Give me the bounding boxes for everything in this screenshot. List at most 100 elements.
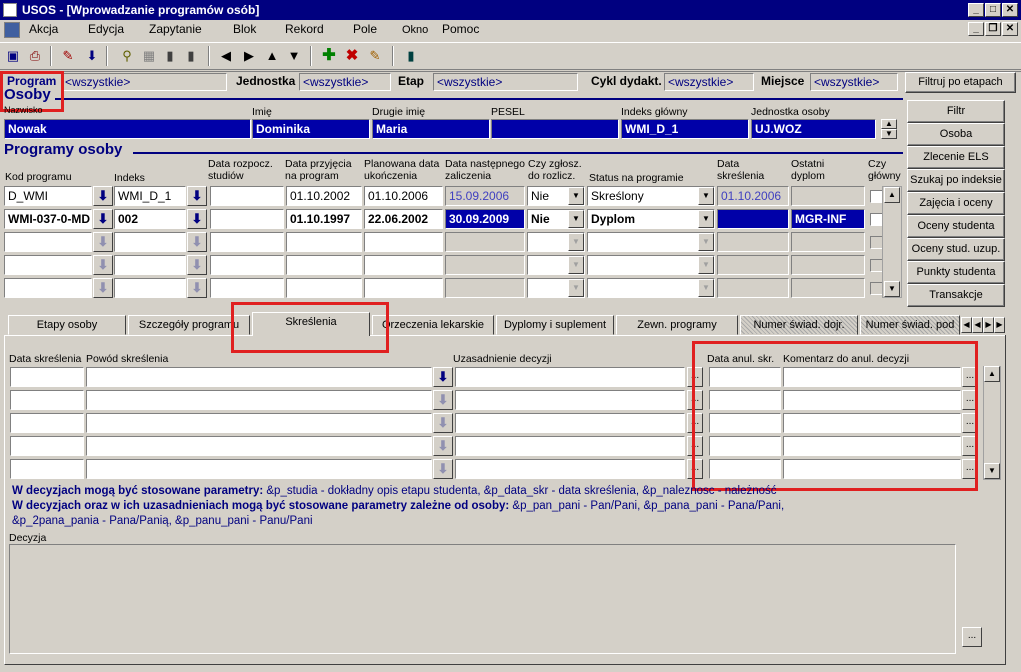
drugie-imie-field[interactable]: Maria xyxy=(372,119,490,139)
kod-programu-field[interactable] xyxy=(4,278,92,298)
filter-by-stages-button[interactable]: Filtruj po etapach xyxy=(905,72,1016,93)
data-nastepnego-field[interactable]: 30.09.2009 xyxy=(445,209,525,229)
nazwisko-field[interactable]: Nowak xyxy=(4,119,251,139)
imie-field[interactable]: Dominika xyxy=(252,119,370,139)
tab-numer-swiad-pod[interactable]: Numer świad. pod xyxy=(860,315,960,335)
indeks-field[interactable]: 002 xyxy=(114,209,186,229)
uzasadnienie-field[interactable] xyxy=(455,367,685,387)
oceny-studenta-button[interactable]: Oceny studenta xyxy=(907,215,1005,238)
data-skreslenia-field[interactable] xyxy=(10,459,84,479)
unit-filter-field[interactable]: <wszystkie> xyxy=(299,73,391,91)
lov-down-arrow-icon[interactable]: ⬇ xyxy=(93,232,113,252)
menu-zapytanie[interactable]: Zapytanie xyxy=(149,22,202,36)
lov-down-arrow-icon[interactable]: ⬇ xyxy=(93,186,113,206)
tab-numer-swiad-dojr[interactable]: Numer świad. dojr. xyxy=(740,315,858,335)
mdi-close-button[interactable]: ✕ xyxy=(1002,22,1018,36)
mdi-minimize-button[interactable]: _ xyxy=(968,22,984,36)
powod-skreslenia-field[interactable] xyxy=(86,413,432,433)
minimize-button[interactable]: _ xyxy=(968,3,984,17)
tab-last-icon[interactable]: ▶ xyxy=(994,317,1005,333)
tab-zewn-programy[interactable]: Zewn. programy xyxy=(616,315,738,335)
osoba-button[interactable]: Osoba xyxy=(907,123,1005,146)
szukaj-po-indeksie-button[interactable]: Szukaj po indeksie xyxy=(907,169,1005,192)
down-icon[interactable]: ▼ xyxy=(284,46,304,66)
mdi-restore-button[interactable]: ❐ xyxy=(985,22,1001,36)
data-przyjecia-field[interactable] xyxy=(286,278,362,298)
menu-edycja[interactable]: Edycja xyxy=(88,22,124,36)
decyzja-textarea[interactable] xyxy=(9,544,956,654)
scroll-down-button[interactable]: ▼ xyxy=(881,129,897,139)
data-skreslenia-field[interactable] xyxy=(10,413,84,433)
clear-icon[interactable]: ✎ xyxy=(365,46,385,66)
filtr-button[interactable]: Filtr xyxy=(907,100,1005,123)
data-rozp-field[interactable] xyxy=(210,209,284,229)
data-rozp-field[interactable] xyxy=(210,278,284,298)
status-select[interactable] xyxy=(587,278,715,298)
dropdown-arrow-icon[interactable]: ▼ xyxy=(698,187,714,205)
program-filter-field[interactable]: <wszystkie> xyxy=(61,73,227,91)
kod-programu-field[interactable]: D_WMI xyxy=(4,186,92,206)
indeks-field[interactable] xyxy=(114,278,186,298)
data-rozp-field[interactable] xyxy=(210,232,284,252)
menu-blok[interactable]: Blok xyxy=(233,22,256,36)
tab-next-icon[interactable]: ▶ xyxy=(983,317,994,333)
menu-pomoc[interactable]: Pomoc xyxy=(442,22,479,36)
scroll-down-icon[interactable]: ▼ xyxy=(984,463,1000,479)
tab-prev-icon[interactable]: ◀ xyxy=(972,317,983,333)
scroll-down-icon[interactable]: ▼ xyxy=(884,281,900,297)
dropdown-arrow-icon[interactable]: ▼ xyxy=(698,256,714,274)
powod-skreslenia-field[interactable] xyxy=(86,390,432,410)
tab-orzeczenia-lekarskie[interactable]: Orzeczenia lekarskie xyxy=(372,315,494,335)
lov-down-arrow-icon[interactable]: ⬇ xyxy=(93,209,113,229)
punkty-studenta-button[interactable]: Punkty studenta xyxy=(907,261,1005,284)
zlecenie-els-button[interactable]: Zlecenie ELS xyxy=(907,146,1005,169)
indeks-field[interactable] xyxy=(114,232,186,252)
scroll-up-icon[interactable]: ▲ xyxy=(884,187,900,203)
powod-skreslenia-field[interactable] xyxy=(86,459,432,479)
data-skreslenia-field[interactable] xyxy=(10,367,84,387)
place-filter-field[interactable]: <wszystkie> xyxy=(810,73,898,91)
powod-skreslenia-field[interactable] xyxy=(86,436,432,456)
lov-down-arrow-icon[interactable]: ⬇ xyxy=(187,209,207,229)
menu-rekord[interactable]: Rekord xyxy=(285,22,324,36)
pesel-field[interactable] xyxy=(491,119,619,139)
lov-down-arrow-icon[interactable]: ⬇ xyxy=(93,255,113,275)
dropdown-arrow-icon[interactable]: ▼ xyxy=(568,233,584,251)
previous-icon[interactable]: ◀ xyxy=(216,46,236,66)
dropdown-arrow-icon[interactable]: ▼ xyxy=(568,187,584,205)
lov-down-arrow-icon[interactable]: ⬇ xyxy=(187,186,207,206)
dropdown-arrow-icon[interactable]: ▼ xyxy=(698,210,714,228)
indeks-glowny-field[interactable]: WMI_D_1 xyxy=(621,119,749,139)
menu-pole[interactable]: Pole xyxy=(353,22,377,36)
tab-first-icon[interactable]: ◀ xyxy=(961,317,972,333)
dropdown-arrow-icon[interactable]: ▼ xyxy=(568,210,584,228)
powod-skreslenia-field[interactable] xyxy=(86,367,432,387)
uzasadnienie-field[interactable] xyxy=(455,436,685,456)
indeks-field[interactable]: WMI_D_1 xyxy=(114,186,186,206)
bars-icon[interactable]: ▮ xyxy=(160,46,180,66)
data-rozp-field[interactable] xyxy=(210,186,284,206)
dropdown-arrow-icon[interactable]: ▼ xyxy=(698,233,714,251)
uzasadnienie-field[interactable] xyxy=(455,413,685,433)
lov-down-arrow-icon[interactable]: ⬇ xyxy=(433,390,453,410)
download-icon[interactable]: ⬇ xyxy=(82,46,102,66)
add-record-icon[interactable]: ✚ xyxy=(319,46,339,66)
bars2-icon[interactable]: ▮ xyxy=(181,46,201,66)
transakcje-button[interactable]: Transakcje xyxy=(907,284,1005,307)
menu-akcja[interactable]: Akcja xyxy=(29,22,58,36)
stage-filter-field[interactable]: <wszystkie> xyxy=(433,73,578,91)
tab-dyplomy-i-suplement[interactable]: Dyplomy i suplement xyxy=(496,315,614,335)
planowana-data-field[interactable] xyxy=(364,255,443,275)
planowana-data-field[interactable]: 22.06.2002 xyxy=(364,209,443,229)
scroll-up-icon[interactable]: ▲ xyxy=(984,366,1000,382)
oceny-stud-uzup-button[interactable]: Oceny stud. uzup. xyxy=(907,238,1005,261)
document-icon[interactable] xyxy=(4,22,20,38)
indeks-field[interactable] xyxy=(114,255,186,275)
print-icon[interactable]: ⎙ xyxy=(25,46,45,66)
delete-record-icon[interactable]: ✖ xyxy=(342,46,362,66)
lov-down-arrow-icon[interactable]: ⬇ xyxy=(187,232,207,252)
kod-programu-field[interactable] xyxy=(4,232,92,252)
planowana-data-field[interactable] xyxy=(364,232,443,252)
uzasadnienie-field[interactable] xyxy=(455,459,685,479)
data-przyjecia-field[interactable]: 01.10.1997 xyxy=(286,209,362,229)
